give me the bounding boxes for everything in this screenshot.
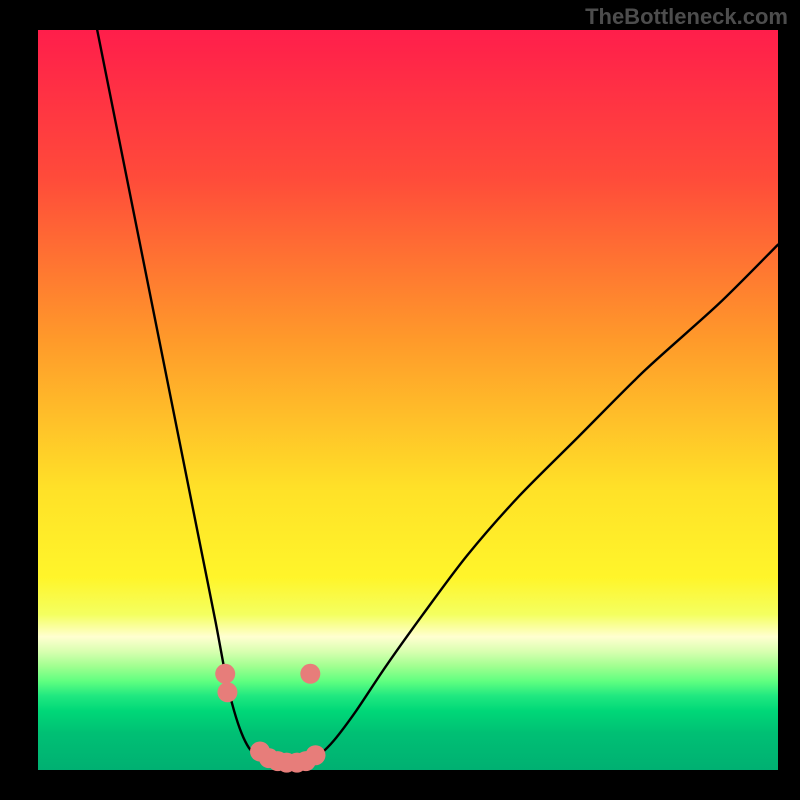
gradient-background	[38, 30, 778, 770]
bottleneck-chart	[0, 0, 800, 800]
watermark-text: TheBottleneck.com	[585, 4, 788, 30]
dot	[300, 664, 320, 684]
dot	[306, 745, 326, 765]
dot	[215, 664, 235, 684]
dot	[217, 682, 237, 702]
chart-stage: TheBottleneck.com	[0, 0, 800, 800]
